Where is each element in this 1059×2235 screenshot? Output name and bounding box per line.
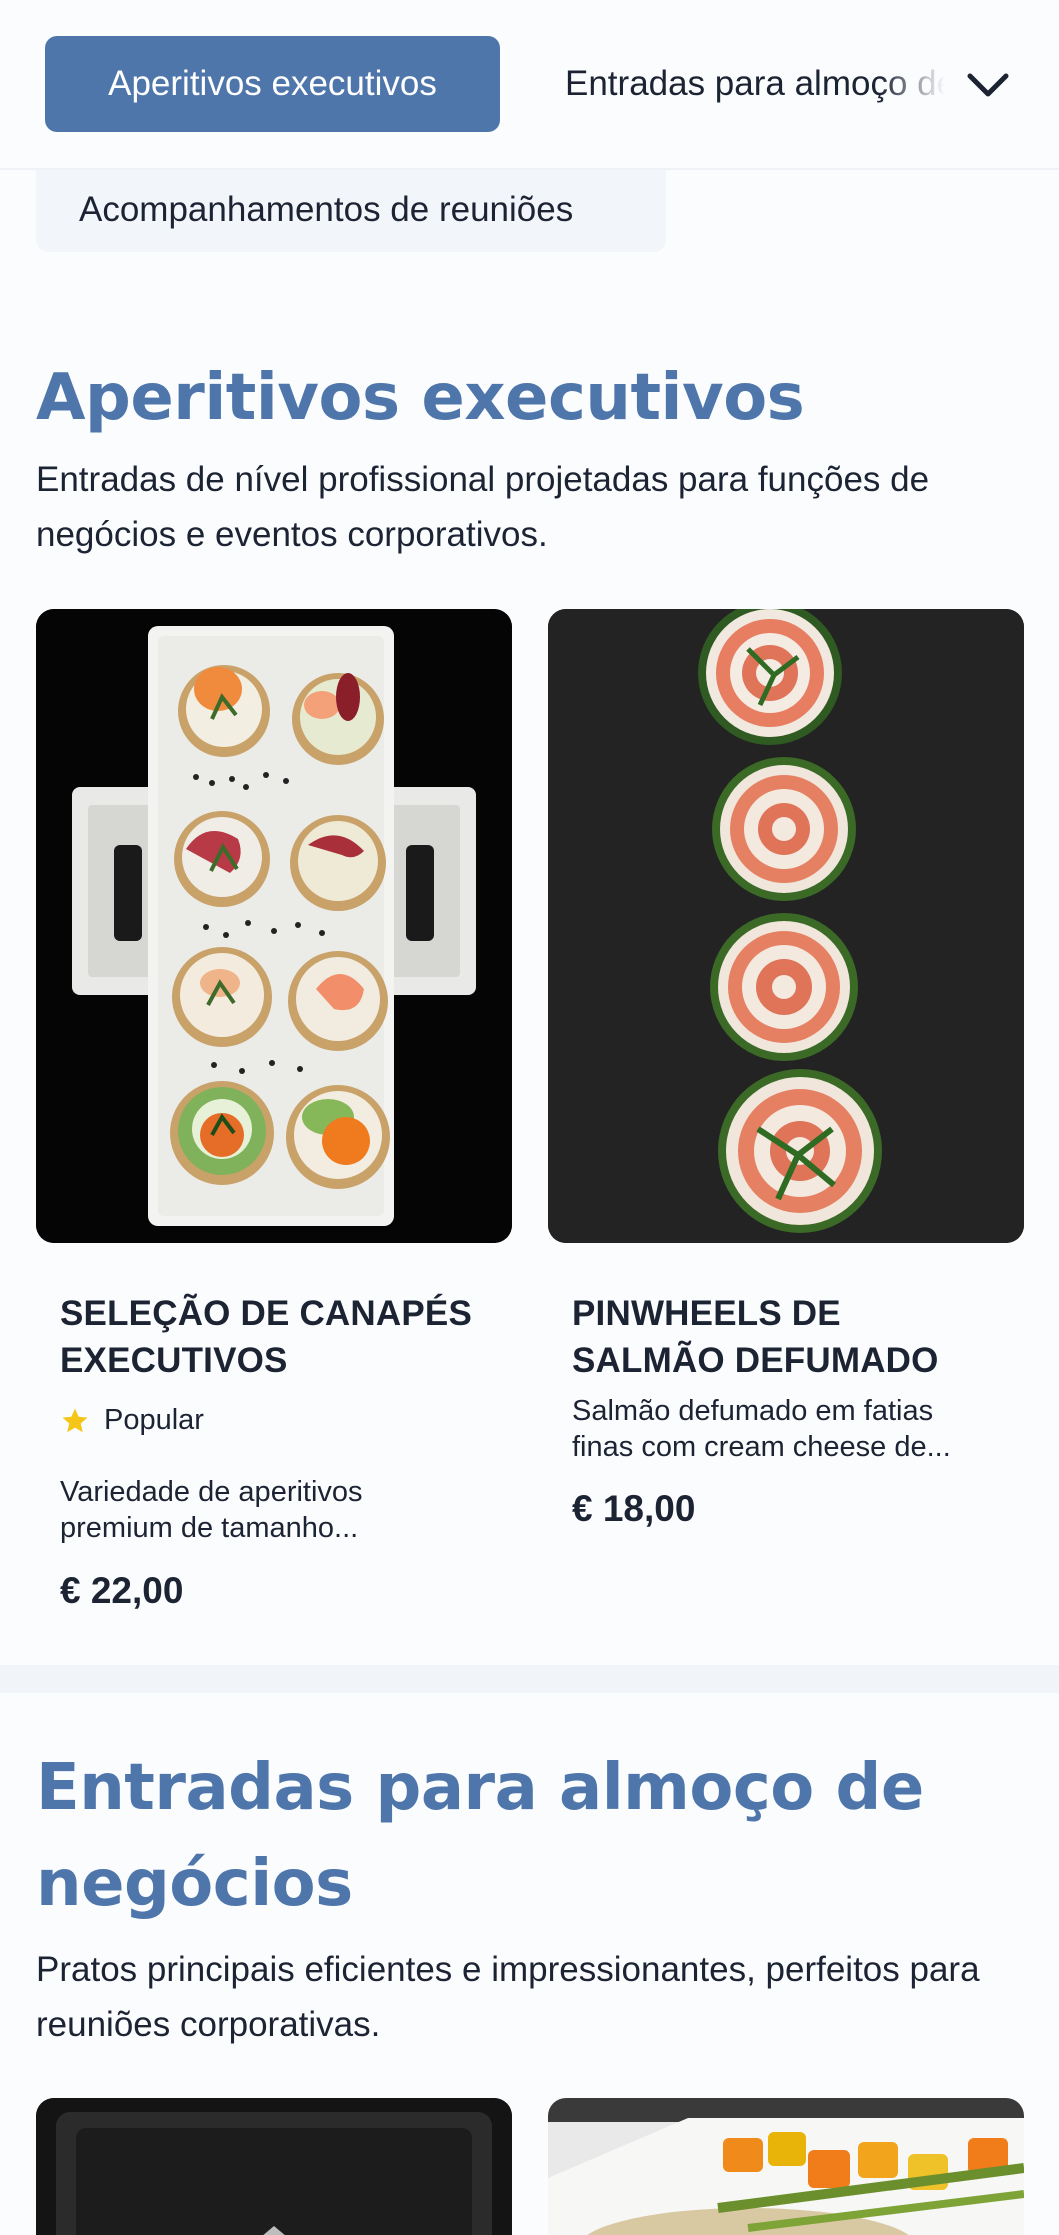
star-icon: [62, 1408, 88, 1432]
canape-selection-image[interactable]: [36, 609, 512, 1243]
category-nav: Aperitivos executivos Entradas para almo…: [0, 0, 1059, 170]
product-name[interactable]: PINWHEELS DE SALMÃO DEFUMADO: [572, 1290, 992, 1384]
product-price: € 18,00: [572, 1488, 696, 1529]
section-divider: [0, 1665, 1059, 1693]
salmon-pinwheels-image[interactable]: [548, 609, 1024, 1243]
product-description: Salmão defumado em fatias finas com crea…: [572, 1395, 951, 1463]
product-name[interactable]: SELEÇÃO DE CANAPÉS EXECUTIVOS: [60, 1290, 480, 1384]
section-title-aperitivos: Aperitivos executivos: [36, 361, 805, 435]
product-description: Variedade de aperitivos premium de taman…: [60, 1476, 363, 1544]
tab-acompanhamentos-reunioes[interactable]: Acompanhamentos de reuniões: [36, 168, 666, 252]
chevron-down-icon[interactable]: [960, 58, 1016, 114]
tab-fade-overlay: [880, 40, 945, 128]
popular-badge: Popular: [60, 1404, 204, 1437]
entrada-card-image-2[interactable]: [548, 2098, 1024, 2235]
section-title-entradas: Entradas para almoço de negócios: [36, 1751, 924, 1921]
badge-label: Popular: [104, 1404, 204, 1436]
section-description-aperitivos: Entradas de nível profissional projetada…: [36, 460, 930, 554]
product-price: € 22,00: [60, 1570, 184, 1611]
tab-aperitivos-executivos[interactable]: Aperitivos executivos: [45, 36, 500, 132]
section-description-entradas: Pratos principais eficientes e impressio…: [36, 1950, 980, 2044]
entrada-card-image-1[interactable]: [36, 2098, 512, 2235]
